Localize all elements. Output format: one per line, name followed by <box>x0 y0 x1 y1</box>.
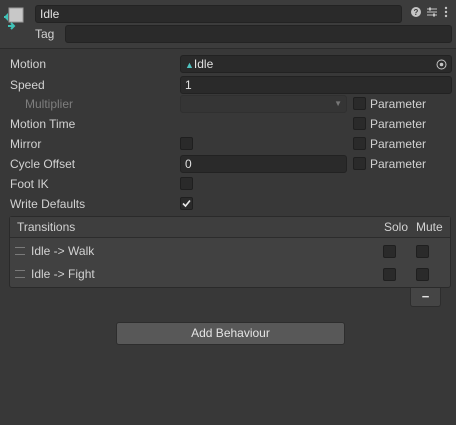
state-icon <box>4 7 24 30</box>
drag-handle-icon[interactable] <box>15 270 25 278</box>
cycle-offset-parameter-label: Parameter <box>370 157 427 171</box>
kebab-menu-icon[interactable] <box>442 6 450 18</box>
transition-label: Idle -> Fight <box>31 267 95 281</box>
checkmark-icon <box>182 199 191 208</box>
mirror-parameter-label: Parameter <box>370 137 427 151</box>
mirror-parameter-checkbox[interactable] <box>353 137 366 150</box>
object-picker-icon[interactable] <box>436 59 447 70</box>
multiplier-parameter-checkbox[interactable] <box>353 97 366 110</box>
motion-value: Idle <box>193 57 214 71</box>
motion-field[interactable]: ▲Idle <box>180 55 452 73</box>
header-divider <box>0 48 456 49</box>
multiplier-dropdown: ▼ <box>180 95 347 113</box>
add-behaviour-button[interactable]: Add Behaviour <box>116 322 345 345</box>
motion-time-parameter-label: Parameter <box>370 117 427 131</box>
foot-ik-checkbox[interactable] <box>180 177 193 190</box>
drag-handle-icon[interactable] <box>15 247 25 255</box>
speed-label: Speed <box>10 78 45 92</box>
chevron-down-icon: ▼ <box>334 99 342 108</box>
presets-icon[interactable] <box>426 6 438 18</box>
foot-ik-label: Foot IK <box>10 177 49 191</box>
mute-column-header: Mute <box>416 220 443 234</box>
mirror-label: Mirror <box>10 137 42 151</box>
multiplier-label: Multiplier <box>25 97 74 111</box>
motion-time-label: Motion Time <box>10 117 76 131</box>
transition-label: Idle -> Walk <box>31 244 95 258</box>
transition-solo-checkbox[interactable] <box>383 245 396 258</box>
animation-clip-icon: ▲ <box>185 60 194 70</box>
multiplier-parameter-label: Parameter <box>370 97 427 111</box>
speed-input[interactable]: 1 <box>180 76 452 94</box>
solo-column-header: Solo <box>384 220 409 234</box>
cycle-offset-input[interactable]: 0 <box>180 155 347 173</box>
remove-transition-button[interactable]: − <box>410 288 441 307</box>
state-name-input[interactable]: Idle <box>35 5 402 23</box>
transition-mute-checkbox[interactable] <box>416 268 429 281</box>
transition-solo-checkbox[interactable] <box>383 268 396 281</box>
write-defaults-checkbox[interactable] <box>180 197 193 210</box>
transition-mute-checkbox[interactable] <box>416 245 429 258</box>
transitions-title: Transitions <box>17 220 76 234</box>
cycle-offset-label: Cycle Offset <box>10 157 76 171</box>
tag-label: Tag <box>35 27 55 41</box>
write-defaults-label: Write Defaults <box>10 197 86 211</box>
help-icon[interactable]: ? <box>410 6 422 18</box>
mirror-checkbox[interactable] <box>180 137 193 150</box>
cycle-offset-parameter-checkbox[interactable] <box>353 157 366 170</box>
tag-input[interactable] <box>65 25 452 43</box>
motion-time-parameter-checkbox[interactable] <box>353 117 366 130</box>
motion-label: Motion <box>10 57 47 71</box>
svg-text:?: ? <box>414 8 419 17</box>
